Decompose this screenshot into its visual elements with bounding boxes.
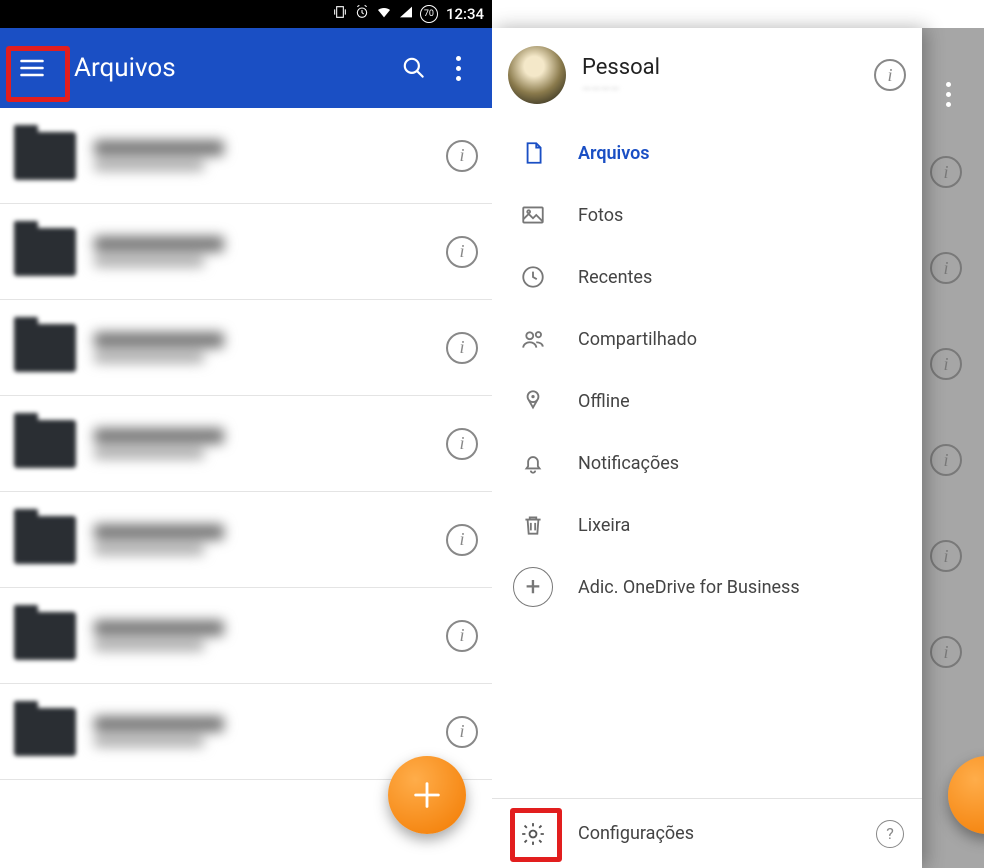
folder-icon	[14, 708, 76, 756]
file-info-button: i	[930, 252, 962, 284]
file-icon	[518, 138, 548, 168]
file-info-button[interactable]: i	[446, 236, 478, 268]
nav-label: Adic. OneDrive for Business	[578, 577, 800, 598]
people-icon	[518, 324, 548, 354]
account-name: Pessoal	[582, 55, 858, 80]
nav-item-photos[interactable]: Fotos	[492, 184, 922, 246]
phone-right: 69 12:35 i i i i i i Pessoal ———— i	[492, 0, 984, 868]
file-row[interactable]: i	[0, 396, 492, 492]
help-button[interactable]: ?	[876, 820, 904, 848]
menu-button[interactable]	[12, 48, 52, 88]
folder-icon	[14, 516, 76, 564]
file-row[interactable]: i	[0, 588, 492, 684]
more-vert-icon	[456, 56, 461, 81]
file-info-button: i	[930, 636, 962, 668]
phone-left: 70 12:34 Arquivos i i i	[0, 0, 492, 868]
file-label	[94, 524, 446, 555]
file-info-button[interactable]: i	[446, 332, 478, 364]
folder-icon	[14, 324, 76, 372]
alarm-icon	[354, 4, 370, 24]
nav-label: Lixeira	[578, 515, 630, 536]
nav-label: Notificações	[578, 453, 679, 474]
nav-item-files[interactable]: Arquivos	[492, 122, 922, 184]
overflow-menu-button[interactable]	[926, 64, 970, 124]
folder-icon	[14, 420, 76, 468]
file-info-button[interactable]: i	[446, 620, 478, 652]
nav-item-offline[interactable]: Offline	[492, 370, 922, 432]
search-button[interactable]	[392, 46, 436, 90]
file-row[interactable]: i	[0, 300, 492, 396]
wifi-icon	[376, 4, 392, 24]
add-fab[interactable]	[948, 756, 984, 834]
nav-label: Offline	[578, 391, 630, 412]
navigation-drawer: Pessoal ———— i Arquivos Fotos Recentes C…	[492, 28, 922, 868]
offline-icon	[518, 386, 548, 416]
more-vert-icon	[946, 82, 951, 107]
file-label	[94, 620, 446, 651]
file-row[interactable]: i	[0, 108, 492, 204]
bell-icon	[518, 448, 548, 478]
file-row[interactable]: i	[0, 492, 492, 588]
file-list[interactable]: i i i i i i i	[0, 108, 492, 868]
file-info-button: i	[930, 444, 962, 476]
signal-icon	[398, 4, 414, 24]
drawer-header[interactable]: Pessoal ———— i	[492, 28, 922, 116]
settings-label: Configurações	[578, 823, 694, 844]
file-label	[94, 716, 446, 747]
vibrate-icon	[332, 4, 348, 24]
clock: 12:34	[446, 5, 484, 23]
file-row[interactable]: i	[0, 204, 492, 300]
folder-icon	[14, 132, 76, 180]
folder-icon	[14, 612, 76, 660]
app-bar: Arquivos	[0, 28, 492, 108]
file-label	[94, 236, 446, 267]
avatar	[508, 46, 566, 104]
status-bar: 70 12:34	[0, 0, 492, 28]
gear-icon	[518, 819, 548, 849]
clock-icon	[518, 262, 548, 292]
file-label	[94, 140, 446, 171]
background-info-buttons: i i i i i i	[930, 156, 962, 668]
folder-icon	[14, 228, 76, 276]
nav-label: Fotos	[578, 205, 623, 226]
add-fab[interactable]	[388, 756, 466, 834]
battery-indicator: 70	[420, 5, 438, 23]
account-email: ————	[582, 82, 858, 96]
file-label	[94, 428, 446, 459]
nav-item-notifications[interactable]: Notificações	[492, 432, 922, 494]
nav-item-shared[interactable]: Compartilhado	[492, 308, 922, 370]
file-info-button: i	[930, 348, 962, 380]
plus-circle-icon: +	[513, 567, 553, 607]
file-info-button[interactable]: i	[446, 140, 478, 172]
overflow-menu-button[interactable]	[436, 46, 480, 90]
image-icon	[518, 200, 548, 230]
plus-icon	[410, 778, 444, 812]
nav-label: Arquivos	[578, 143, 650, 164]
nav-item-add-business[interactable]: + Adic. OneDrive for Business	[492, 556, 922, 618]
nav-item-trash[interactable]: Lixeira	[492, 494, 922, 556]
nav-label: Recentes	[578, 267, 652, 288]
file-info-button: i	[930, 156, 962, 188]
file-info-button[interactable]: i	[446, 716, 478, 748]
file-info-button[interactable]: i	[446, 428, 478, 460]
file-info-button: i	[930, 540, 962, 572]
page-title: Arquivos	[74, 53, 392, 83]
drawer-nav: Arquivos Fotos Recentes Compartilhado Of…	[492, 116, 922, 798]
file-label	[94, 332, 446, 363]
trash-icon	[518, 510, 548, 540]
drawer-footer[interactable]: Configurações ?	[492, 798, 922, 868]
file-info-button[interactable]: i	[446, 524, 478, 556]
nav-item-recent[interactable]: Recentes	[492, 246, 922, 308]
account-info-button[interactable]: i	[874, 59, 906, 91]
nav-label: Compartilhado	[578, 329, 697, 350]
